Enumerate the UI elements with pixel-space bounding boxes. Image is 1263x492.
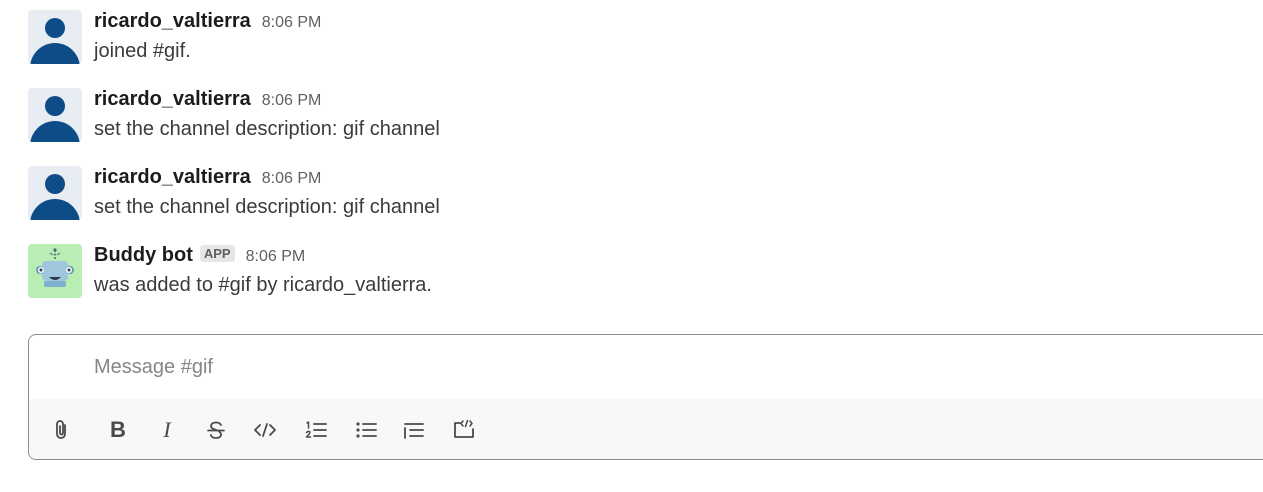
strikethrough-icon[interactable] bbox=[201, 415, 231, 445]
numbered-list-icon[interactable] bbox=[301, 415, 331, 445]
message-input[interactable] bbox=[29, 335, 1263, 399]
bulleted-list-icon[interactable] bbox=[351, 415, 381, 445]
user-avatar-icon[interactable] bbox=[28, 88, 82, 142]
code-icon[interactable] bbox=[250, 415, 280, 445]
message-timestamp[interactable]: 8:06 PM bbox=[246, 248, 306, 266]
attach-icon[interactable] bbox=[46, 415, 76, 445]
message-timestamp[interactable]: 8:06 PM bbox=[262, 14, 322, 32]
bold-icon[interactable]: B bbox=[103, 415, 133, 445]
author-name[interactable]: ricardo_valtierra bbox=[94, 166, 251, 189]
author-name[interactable]: ricardo_valtierra bbox=[94, 88, 251, 111]
blockquote-icon[interactable] bbox=[399, 415, 429, 445]
app-badge: APP bbox=[199, 245, 235, 262]
message-item: ricardo_valtierra 8:06 PM set the channe… bbox=[28, 88, 1228, 144]
author-name[interactable]: ricardo_valtierra bbox=[94, 10, 251, 33]
message-text: was added to #gif by ricardo_valtierra. bbox=[94, 274, 432, 296]
message-text: joined #gif. bbox=[94, 40, 191, 62]
message-timestamp[interactable]: 8:06 PM bbox=[262, 170, 322, 188]
code-block-icon[interactable] bbox=[449, 415, 479, 445]
message-item: ricardo_valtierra 8:06 PM joined #gif. bbox=[28, 10, 1228, 66]
message-timestamp[interactable]: 8:06 PM bbox=[262, 92, 322, 110]
message-text: set the channel description: gif channel bbox=[94, 196, 440, 218]
user-avatar-icon[interactable] bbox=[28, 166, 82, 220]
formatting-toolbar: B I bbox=[29, 399, 1263, 459]
message-text: set the channel description: gif channel bbox=[94, 118, 440, 140]
robot-avatar-icon[interactable] bbox=[28, 244, 82, 298]
user-avatar-icon[interactable] bbox=[28, 10, 82, 64]
message-item: ricardo_valtierra 8:06 PM set the channe… bbox=[28, 166, 1228, 222]
author-name[interactable]: Buddy bot bbox=[94, 244, 193, 267]
italic-icon[interactable]: I bbox=[152, 415, 182, 445]
message-item: Buddy bot APP 8:06 PM was added to #gif … bbox=[28, 244, 1228, 300]
message-composer: B I bbox=[28, 334, 1263, 460]
